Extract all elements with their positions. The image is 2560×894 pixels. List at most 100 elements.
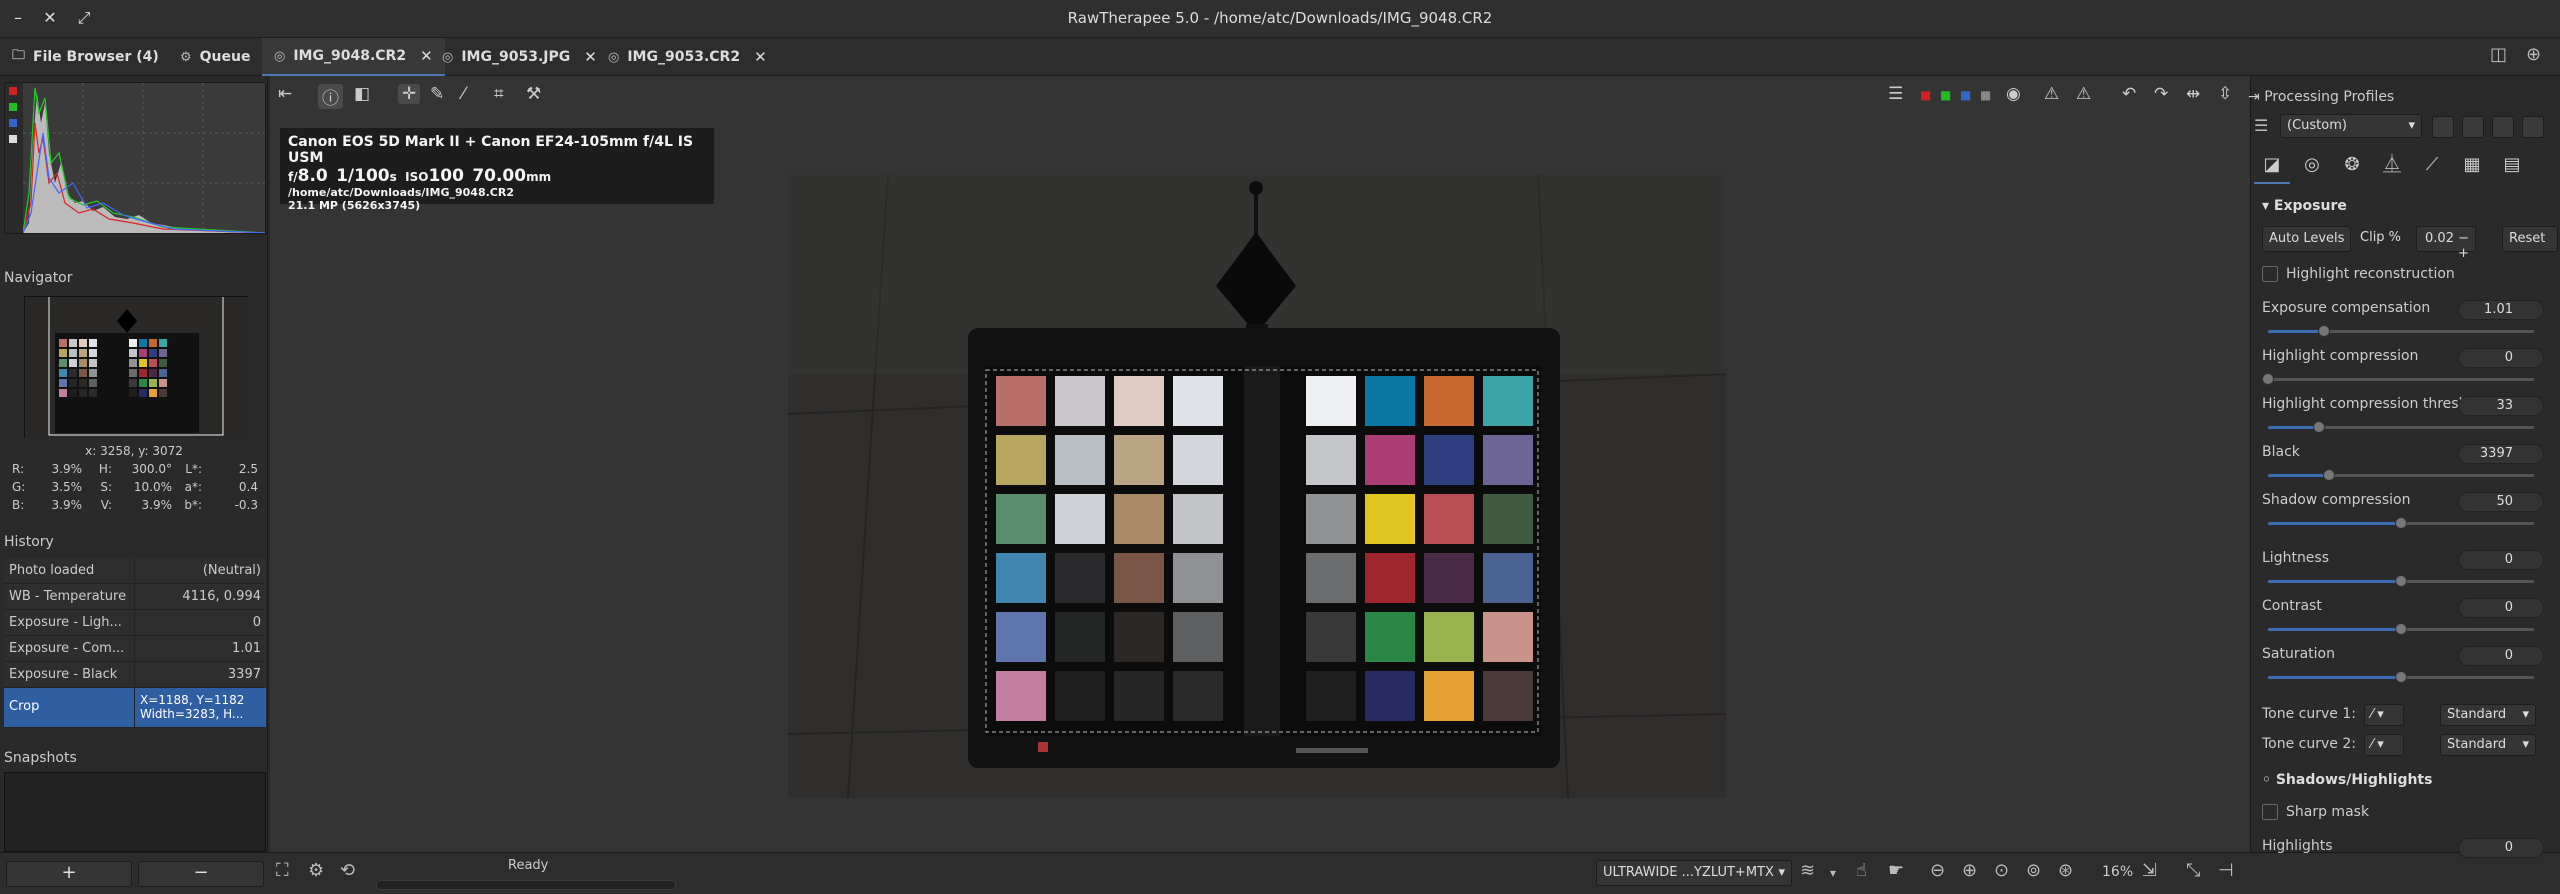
luminance-channel-icon[interactable]: ■	[1980, 88, 1991, 102]
green-toggle-icon[interactable]	[9, 103, 17, 111]
fullscreen-icon[interactable]: ⤡	[2186, 860, 2200, 881]
rotate-left-icon[interactable]: ↶	[2122, 84, 2136, 104]
slider-handle[interactable]	[2312, 421, 2325, 433]
tone-curve-1-mode-select[interactable]: Standard ▾	[2440, 704, 2536, 726]
color-tab-icon[interactable]: ❂	[2334, 148, 2370, 184]
slider-track[interactable]	[2262, 373, 2534, 385]
slider-track[interactable]	[2268, 421, 2534, 433]
settings-icon[interactable]: ⚙	[308, 860, 324, 881]
slider-row[interactable]: Shadow compression 50	[2262, 492, 2554, 540]
transform-tab-icon[interactable]: ⟋	[2414, 148, 2450, 184]
slider-value[interactable]: 0	[2458, 348, 2544, 368]
slider-handle[interactable]	[2395, 575, 2407, 587]
zoom-100-icon[interactable]: ⊙	[1994, 860, 2009, 881]
output-profile-select[interactable]: ULTRAWIDE ...YZLUT+MTX ▾	[1596, 860, 1792, 886]
tab-img-9053-jpg[interactable]: ◎ IMG_9053.JPG ✕	[430, 38, 609, 76]
slider-row[interactable]: Black 3397	[2262, 444, 2554, 492]
preview-mode-icon[interactable]: ☰	[1888, 84, 1903, 104]
blue-toggle-icon[interactable]	[9, 119, 17, 127]
slider-value[interactable]: 0	[2458, 550, 2544, 570]
slider-value[interactable]: 1.01	[2458, 300, 2544, 320]
slider-track[interactable]	[2268, 325, 2534, 337]
slider-handle[interactable]	[2395, 671, 2407, 683]
processing-profile-select[interactable]: (Custom) ▾	[2280, 114, 2422, 138]
clip-value-input[interactable]: 0.02 − +	[2416, 226, 2476, 261]
red-channel-icon[interactable]: ■	[1920, 88, 1931, 102]
open-profile-icon[interactable]	[2432, 116, 2454, 138]
slider-value[interactable]: 0	[2458, 598, 2544, 618]
tab-queue[interactable]: ⚙ Queue	[168, 38, 262, 76]
slider-handle[interactable]	[2395, 623, 2407, 635]
luminance-toggle-icon[interactable]	[9, 135, 17, 143]
detail-tab-icon[interactable]: ◎	[2294, 148, 2330, 184]
close-tab-icon[interactable]: ✕	[754, 48, 767, 66]
slider-row[interactable]: Lightness 0	[2262, 550, 2554, 598]
history-item[interactable]: WB - Temperature 4116, 0.994	[4, 584, 266, 610]
sharp-mask-checkbox[interactable]	[2262, 804, 2278, 820]
crop-icon[interactable]: ⌗	[494, 84, 504, 104]
power-icon[interactable]: ◦	[2262, 772, 2276, 788]
reset-button[interactable]: Reset	[2502, 226, 2558, 252]
close-tab-icon[interactable]: ✕	[584, 48, 597, 66]
slider-value[interactable]: 0	[2458, 646, 2544, 666]
shadows-highlights-section-title[interactable]: ◦ Shadows/Highlights	[2262, 772, 2432, 788]
tab-img-9048[interactable]: ◎ IMG_9048.CR2 ✕	[262, 38, 445, 76]
rotate-right-icon[interactable]: ↷	[2154, 84, 2168, 104]
raw-tab-icon[interactable]: ▦	[2454, 148, 2490, 184]
slider-row[interactable]: Highlight compression 0	[2262, 348, 2554, 396]
before-after-icon[interactable]: ◧	[354, 84, 370, 104]
highlights-slider-row[interactable]: Highlights 0	[2262, 838, 2554, 858]
zoom-fit-icon[interactable]: ⊚	[2026, 860, 2041, 881]
history-item[interactable]: Exposure - Black 3397	[4, 662, 266, 688]
slider-track[interactable]	[2268, 575, 2534, 587]
flip-vertical-icon[interactable]: ⇳	[2218, 84, 2232, 104]
expand-icon[interactable]: ⇥	[2248, 89, 2264, 105]
chevron-down-icon[interactable]: ▾	[1830, 866, 1836, 880]
slider-handle[interactable]	[2262, 373, 2274, 385]
slider-handle[interactable]	[2323, 469, 2336, 481]
highlight-reconstruction-checkbox[interactable]	[2262, 266, 2278, 282]
snapshots-list[interactable]	[4, 772, 266, 852]
red-toggle-icon[interactable]	[9, 87, 17, 95]
slider-row[interactable]: Exposure compensation 1.01	[2262, 300, 2554, 348]
highlights-value[interactable]: 0	[2458, 838, 2544, 858]
tone-curve-1-type-select[interactable]: ⁄ ▾	[2364, 704, 2404, 726]
flip-horizontal-icon[interactable]: ⇹	[2186, 84, 2200, 104]
navigator-preview[interactable]	[24, 294, 249, 439]
exposure-section-title[interactable]: ▾ Exposure	[2262, 198, 2347, 214]
metadata-tab-icon[interactable]: ▤	[2494, 148, 2530, 184]
toggle-right-panel-icon[interactable]: ⊣	[2218, 860, 2234, 881]
slider-handle[interactable]	[2395, 517, 2407, 529]
intent-icon[interactable]: ≋	[1800, 860, 1815, 881]
slider-row[interactable]: Contrast 0	[2262, 598, 2554, 646]
green-channel-icon[interactable]: ■	[1940, 88, 1951, 102]
zoom-fit-crop-icon[interactable]: ⊛	[2058, 860, 2073, 881]
slider-value[interactable]: 50	[2458, 492, 2544, 512]
histogram-toggles[interactable]	[5, 83, 23, 233]
slider-track[interactable]	[2268, 623, 2534, 635]
highlight-reconstruction-row[interactable]: Highlight reconstruction	[2262, 266, 2455, 282]
tone-curve-2-mode-select[interactable]: Standard ▾	[2440, 734, 2536, 756]
add-snapshot-button[interactable]: +	[6, 861, 132, 887]
slider-value[interactable]: 3397	[2458, 444, 2544, 464]
slider-track[interactable]	[2268, 469, 2534, 481]
history-item[interactable]: Photo loaded (Neutral)	[4, 558, 266, 584]
slider-handle[interactable]	[2317, 325, 2330, 337]
copy-profile-icon[interactable]	[2492, 116, 2514, 138]
highlight-warning-icon[interactable]: ⚠	[2076, 84, 2091, 104]
crosshair-icon[interactable]: ⊕	[2526, 44, 2541, 65]
sync-icon[interactable]: ⟲	[340, 860, 355, 881]
preview-toggle-icon[interactable]: ⛶	[276, 860, 289, 881]
info-icon[interactable]: ⓘ	[318, 84, 343, 109]
straighten-icon[interactable]: ⚒	[526, 84, 541, 104]
slider-track[interactable]	[2268, 671, 2534, 683]
hand-tool-icon[interactable]: ✛	[398, 84, 421, 104]
sharp-mask-row[interactable]: Sharp mask	[2262, 804, 2369, 820]
hide-panel-icon[interactable]: ⇤	[278, 84, 292, 104]
softproof-icon[interactable]: ☝	[1856, 860, 1867, 881]
paste-profile-icon[interactable]	[2522, 116, 2544, 138]
slider-row[interactable]: Highlight compression threshold 33	[2262, 396, 2554, 444]
remove-snapshot-button[interactable]: −	[138, 861, 264, 887]
color-picker-icon[interactable]: ⁄	[462, 84, 465, 104]
photo-preview[interactable]	[788, 174, 1726, 798]
